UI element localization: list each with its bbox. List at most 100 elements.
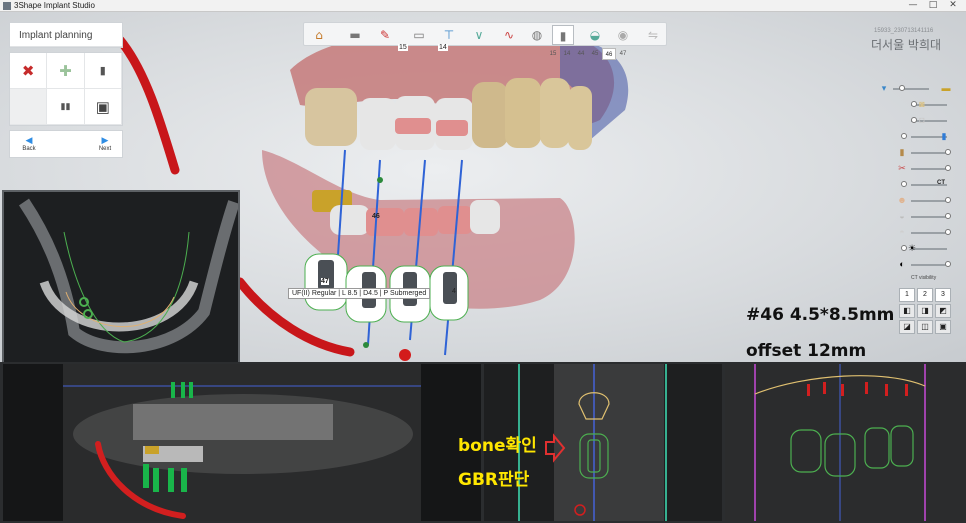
tooth-check-icon[interactable]: ✎ [374,25,396,45]
arrow-right-icon: ▶ [101,135,109,145]
upper-tooth [305,88,357,146]
slider-nerve[interactable]: ✂ [897,163,951,174]
ct-layout-icon[interactable]: ◩ [935,304,951,318]
tooth-tabs: 15 14 44 45 46 47 [546,48,630,60]
guide-marker[interactable] [363,342,369,348]
workflow-toolbar: ⌂ ▬ ✎ ▭ ⊤ ∨ ∿ ◍ ▮ ◒ ◉ ⇋ [303,22,667,46]
upper-tooth [540,78,570,148]
slider-skin[interactable]: ☻ [897,195,951,206]
nav-bar: ◀ Back ▶ Next [9,130,123,158]
slider-tooth-gold[interactable]: ▾ ▬ [879,83,951,94]
drill-icon[interactable]: ∨ [468,25,490,45]
lower-tooth [470,200,500,234]
minimize-button[interactable]: — [906,0,920,11]
slider-jaw[interactable]: ◓ [897,227,951,238]
implant-icon[interactable]: ▮ [552,25,574,45]
back-button[interactable]: ◀ Back [10,131,48,158]
ct-view-2[interactable]: 2 [917,288,933,302]
tool-grid: ✖ ✚ ▮ ▮▮ ▣ [9,52,123,126]
title-bar: 3Shape Implant Studio — □ ✕ [0,0,966,12]
lower-tooth [330,205,370,235]
implant-label-47: 47 [321,278,329,285]
sleeve-tool-button[interactable]: ▣ [84,89,122,125]
brightness-icon: ☀ [907,243,917,253]
scan-icon[interactable]: ▭ [408,25,430,45]
bone-check-annotation: bone확인 [458,436,537,456]
ct-visibility-grid: 1 2 3 ◧ ◨ ◩ ◪ ◫ ▣ [899,288,951,334]
slider-tooth-gray[interactable]: ◒ [897,211,951,222]
upper-tooth [360,98,396,150]
patient-name: 더서울 박희대 [871,38,942,52]
tooth-gray-icon: ◒ [899,211,905,221]
panorama-icon[interactable]: ▬ [344,25,366,45]
ct-layout-icon[interactable]: ▣ [935,320,951,334]
implant-planning-panel: Implant planning [9,22,123,48]
patient-id: 15933_230713141116 [874,28,934,34]
arrows-icon[interactable]: ⇋ [642,25,664,45]
bone-icon: ▮ [899,147,905,157]
tab-tooth-45[interactable]: 45 [588,48,602,60]
next-button[interactable]: ▶ Next [86,131,124,158]
abutment-icon[interactable]: ◒ [584,25,606,45]
tangential-view[interactable] [725,364,966,521]
ct-layout-icon[interactable]: ◧ [899,304,915,318]
implant-label-46: 46 [372,213,380,220]
slider-implant[interactable]: ▮ [897,131,951,142]
upper-crown-plan [436,120,468,136]
nerve-icon: ✂ [898,163,906,173]
nerve-icon[interactable]: ∿ [498,25,520,45]
slider-crown[interactable]: ◙ [897,99,951,110]
upper-tooth [505,78,541,148]
tab-tooth-47[interactable]: 47 [616,48,630,60]
ct-view-3[interactable]: 3 [935,288,951,302]
implant-tool-button[interactable]: ▮ [84,53,122,89]
sphere-icon[interactable]: ◉ [612,25,634,45]
slider-tooth[interactable]: ◘ [897,115,951,126]
crown-beige-icon: ◙ [919,99,925,109]
close-button[interactable]: ✕ [946,0,960,11]
maximize-button[interactable]: □ [926,0,940,11]
gbr-annotation: GBR판단 [458,470,530,490]
ct-layout-icon[interactable]: ◪ [899,320,915,334]
tab-tooth-14[interactable]: 14 [560,48,574,60]
ct-visibility-label: CT visibility [911,275,937,281]
tab-tooth-46[interactable]: 46 [602,48,616,60]
back-label: Back [22,146,36,152]
bone-block-icon: ▬ [941,83,951,93]
crown-icon[interactable]: ⊤ [438,25,460,45]
ct-label: CT [937,180,945,186]
ct-layout-icon[interactable]: ◫ [917,320,933,334]
add-tool-button[interactable]: ✚ [47,53,85,89]
home-icon[interactable]: ⌂ [308,25,330,45]
tooth-white-icon: ◘ [919,115,925,125]
delete-tool-button[interactable]: ✖ [10,53,48,89]
tab-tooth-15[interactable]: 15 [546,48,560,60]
ct-layout-icon[interactable]: ◨ [917,304,933,318]
empty-tool-slot [10,89,48,125]
tab-tooth-44[interactable]: 44 [574,48,588,60]
abutment-tool-button[interactable]: ▮▮ [47,89,85,125]
upper-tooth [472,82,508,148]
jaw-icon: ◓ [899,227,905,237]
axial-ct-image [4,192,240,362]
nerve-endpoint [399,349,411,361]
axial-ct-inset[interactable] [2,190,240,362]
upper-crown-plan [395,118,431,134]
panoramic-view[interactable] [3,364,481,521]
implant-spec-annotation: #46 4.5*8.5mm [746,305,895,325]
tooth-badge-15: 15 [398,44,408,51]
tangential-image [725,364,966,521]
offset-annotation: offset 12mm [746,341,867,361]
tooth-gold-icon: ▾ [881,83,887,93]
slider-brightness[interactable]: ☀ [897,243,951,254]
implant-blue-icon: ▮ [941,131,947,141]
slider-bone[interactable]: ▮ [897,147,951,158]
implant-tooltip: UF(II) Regular | L 8.5 | D4.5 | P Submer… [288,288,431,299]
slider-contrast[interactable]: ◐ [897,259,951,270]
skin-icon: ☻ [897,195,907,205]
guide-marker[interactable] [377,177,383,183]
slider-ct[interactable]: CT [897,180,951,190]
ct-view-1[interactable]: 1 [899,288,915,302]
tooth-model-icon[interactable]: ◍ [526,25,548,45]
tooth-badge-14: 14 [438,44,448,51]
